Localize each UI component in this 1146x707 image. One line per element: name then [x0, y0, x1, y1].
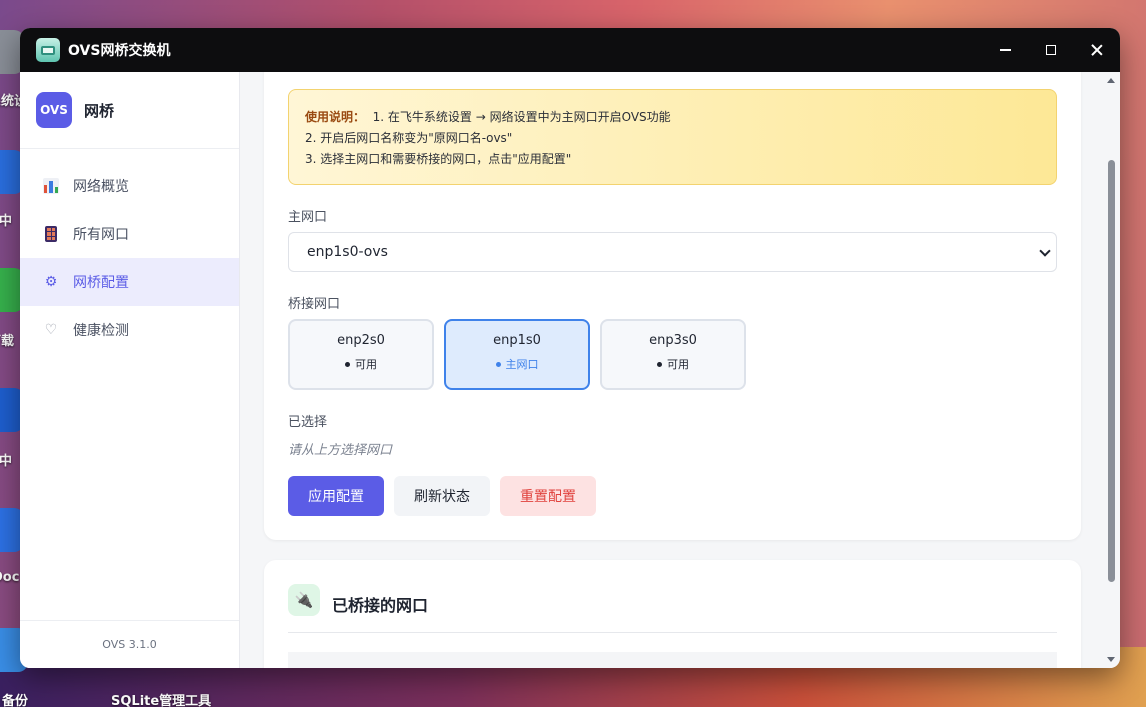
notice-line: 3. 选择主网口和需要桥接的网口，点击"应用配置"	[305, 152, 572, 166]
close-icon	[1091, 44, 1103, 56]
desktop-label-docker: Doc	[0, 570, 20, 585]
desktop-label-security: 全中	[0, 454, 13, 469]
interface-card-enp3s0[interactable]: enp3s0 可用	[600, 319, 746, 390]
sidebar: OVS 网桥 网络概览 所有网口 ⚙ 网桥配置 ♡ 健康检测 OVS 3.1.0	[20, 72, 240, 668]
title-bar[interactable]: OVS网桥交换机	[20, 28, 1120, 72]
version-label: OVS 3.1.0	[20, 620, 239, 668]
bridged-interfaces-card: 🔌 已桥接的网口	[264, 560, 1081, 668]
grid-icon	[42, 225, 60, 243]
vertical-scrollbar[interactable]	[1102, 72, 1120, 668]
status-dot-icon	[345, 361, 350, 367]
notice-line: 1. 在飞牛系统设置 → 网络设置中为主网口开启OVS功能	[372, 110, 671, 124]
interface-card-enp2s0[interactable]: enp2s0 可用	[288, 319, 434, 390]
close-button[interactable]	[1074, 28, 1120, 72]
selected-label: 已选择	[288, 415, 328, 430]
refresh-status-button[interactable]: 刷新状态	[394, 476, 490, 516]
plug-icon: 🔌	[288, 584, 320, 616]
brand: OVS 网桥	[20, 72, 239, 149]
sidebar-item-label: 健康检测	[73, 323, 129, 339]
interface-status-text: 主网口	[505, 358, 539, 371]
sidebar-item-interfaces[interactable]: 所有网口	[20, 210, 239, 258]
notice-line: 2. 开启后网口名称变为"原网口名-ovs"	[305, 131, 513, 145]
bridge-config-card: 使用说明： 1. 在飞牛系统设置 → 网络设置中为主网口开启OVS功能 2. 开…	[264, 72, 1081, 540]
divider	[288, 632, 1057, 633]
sidebar-item-label: 网桥配置	[73, 275, 129, 291]
scroll-down-icon[interactable]	[1107, 657, 1115, 662]
maximize-icon	[1046, 45, 1056, 55]
bridge-interface-label: 桥接网口	[288, 297, 341, 312]
interface-card-enp1s0[interactable]: enp1s0 主网口	[444, 319, 590, 390]
maximize-button[interactable]	[1028, 28, 1074, 72]
sidebar-item-bridge-config[interactable]: ⚙ 网桥配置	[20, 258, 239, 306]
sidebar-item-label: 网络概览	[73, 179, 129, 195]
interface-status: 主网口	[446, 356, 588, 372]
desktop-label-sqlite: SQLite管理工具	[111, 694, 212, 707]
usage-notice: 使用说明： 1. 在飞牛系统设置 → 网络设置中为主网口开启OVS功能 2. 开…	[288, 89, 1057, 185]
interface-status: 可用	[290, 356, 432, 372]
sidebar-nav: 网络概览 所有网口 ⚙ 网桥配置 ♡ 健康检测	[20, 149, 239, 354]
sidebar-item-health-check[interactable]: ♡ 健康检测	[20, 306, 239, 354]
status-dot-icon	[657, 361, 662, 367]
interface-name: enp3s0	[649, 333, 697, 348]
desktop-label-backup: 备份	[2, 694, 29, 707]
window-controls	[982, 28, 1120, 72]
minimize-icon	[999, 49, 1011, 51]
reset-config-button[interactable]: 重置配置	[500, 476, 596, 516]
scroll-thumb[interactable]	[1108, 160, 1115, 582]
brand-name: 网桥	[84, 101, 115, 120]
main-interface-label: 主网口	[288, 210, 328, 225]
interface-name: enp2s0	[337, 333, 385, 348]
brand-logo: OVS	[36, 92, 72, 128]
desktop-label-download: 下载	[0, 334, 15, 349]
app-window: OVS网桥交换机 OVS 网桥 网络概览 所有网口 ⚙ 网桥配置 ♡ 健康检测 …	[20, 28, 1120, 668]
interface-status-text: 可用	[667, 358, 689, 371]
desktop-label-store: 用中	[0, 214, 13, 229]
main-interface-value: enp1s0-ovs	[307, 244, 388, 260]
sidebar-item-overview[interactable]: 网络概览	[20, 162, 239, 210]
main-content: 使用说明： 1. 在飞牛系统设置 → 网络设置中为主网口开启OVS功能 2. 开…	[240, 72, 1120, 668]
selected-placeholder: 请从上方选择网口	[288, 443, 393, 458]
gear-icon: ⚙	[44, 274, 58, 290]
interface-status: 可用	[602, 356, 744, 372]
switch-app-icon	[36, 38, 60, 62]
bridged-table-header	[288, 652, 1057, 668]
chevron-down-icon	[1039, 245, 1051, 257]
apply-config-button[interactable]: 应用配置	[288, 476, 384, 516]
interface-status-text: 可用	[355, 358, 377, 371]
window-title: OVS网桥交换机	[68, 43, 171, 59]
main-interface-select[interactable]: enp1s0-ovs	[288, 232, 1057, 272]
status-dot-icon	[495, 361, 501, 367]
notice-title: 使用说明：	[305, 110, 366, 124]
scroll-up-icon[interactable]	[1107, 78, 1115, 83]
interface-name: enp1s0	[493, 333, 541, 348]
sidebar-item-label: 所有网口	[73, 227, 129, 243]
shield-icon: ♡	[44, 322, 58, 338]
chart-icon	[42, 177, 60, 195]
minimize-button[interactable]	[982, 28, 1028, 72]
bridged-section-title: 已桥接的网口	[332, 596, 429, 615]
